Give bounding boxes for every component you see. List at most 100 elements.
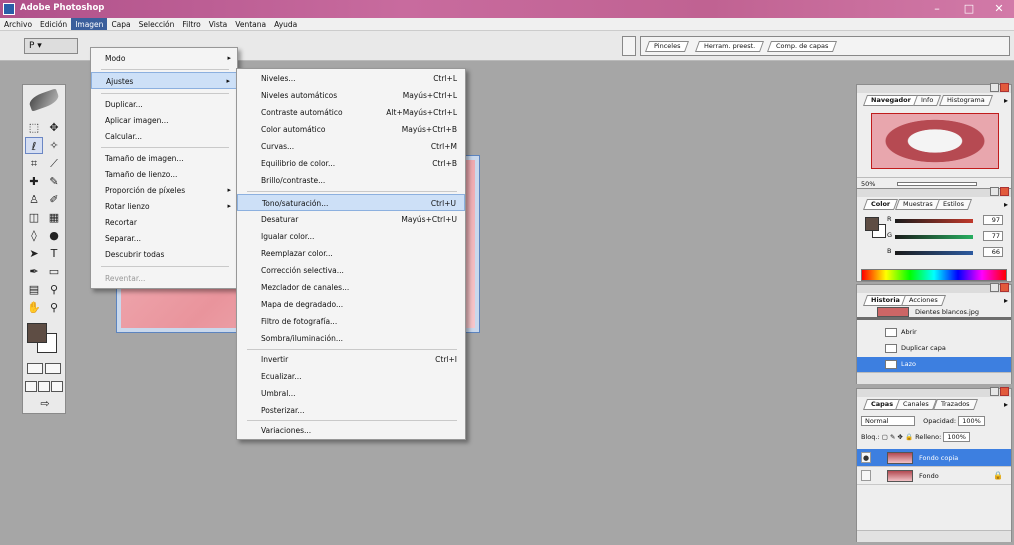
menu-item-umbral[interactable]: Umbral...	[237, 385, 465, 402]
menu-item-variaciones[interactable]: Variaciones...	[237, 422, 465, 439]
healing-brush-tool-icon[interactable]: ✚	[25, 173, 43, 190]
quick-mask-mode-icon[interactable]	[45, 363, 61, 374]
menu-item-sombra-iluminacion[interactable]: Sombra/iluminación...	[237, 330, 465, 347]
brush-tool-icon[interactable]: ✎	[45, 173, 63, 190]
color-spectrum-bar[interactable]	[861, 269, 1007, 281]
fill-input[interactable]: 100%	[943, 432, 970, 442]
history-brush-tool-icon[interactable]: ✐	[45, 191, 63, 208]
channel-slider[interactable]	[895, 235, 973, 239]
menu-item-invertir[interactable]: Invertir Ctrl+I	[237, 351, 465, 368]
palette-menu-icon[interactable]: ▸	[1004, 96, 1008, 105]
menu-item-igualar-color[interactable]: Igualar color...	[237, 228, 465, 245]
pen-tool-icon[interactable]: ✒	[25, 263, 43, 280]
navigator-zoom-slider[interactable]	[897, 182, 977, 186]
menu-item-aplicar-imagen[interactable]: Aplicar imagen...	[91, 112, 237, 129]
tab-muestras[interactable]: Muestras	[894, 199, 941, 210]
tab-color[interactable]: Color	[862, 199, 899, 210]
tab-histograma[interactable]: Histograma	[938, 95, 993, 106]
menu-item-mapa-degradado[interactable]: Mapa de degradado...	[237, 296, 465, 313]
palette-close-icon[interactable]	[1000, 187, 1009, 196]
menu-imagen[interactable]: Imagen	[71, 18, 108, 30]
history-snapshot[interactable]: Dientes blancos.jpg	[857, 305, 1011, 320]
lock-position-icon[interactable]: ✥	[897, 433, 902, 441]
palette-menu-icon[interactable]: ▸	[1004, 200, 1008, 209]
menu-edicion[interactable]: Edición	[36, 18, 71, 30]
maximize-button[interactable]: □	[956, 1, 982, 16]
foreground-color-swatch[interactable]	[27, 323, 47, 343]
menu-item-ajustes[interactable]: Ajustes ▸	[91, 72, 237, 89]
channel-slider[interactable]	[895, 251, 973, 255]
zoom-tool-icon[interactable]: ⚲	[45, 299, 63, 316]
notes-tool-icon[interactable]: ▤	[25, 281, 43, 298]
tool-preset-picker[interactable]: P ▾	[24, 38, 78, 54]
toolbox-header[interactable]	[23, 85, 65, 117]
menu-item-descubrir-todas[interactable]: Descubrir todas	[91, 246, 237, 263]
hand-tool-icon[interactable]: ✋	[25, 299, 43, 316]
tab-canales[interactable]: Canales	[894, 399, 937, 410]
lock-brush-icon[interactable]: ✎	[890, 433, 895, 441]
menu-item-curvas[interactable]: Curvas... Ctrl+M	[237, 138, 465, 155]
tab-estilos[interactable]: Estilos	[934, 199, 973, 210]
menu-item-desaturar[interactable]: Desaturar Mayús+Ctrl+U	[237, 211, 465, 228]
type-tool-icon[interactable]: T	[45, 245, 63, 262]
menu-item-filtro-fotografia[interactable]: Filtro de fotografía...	[237, 313, 465, 330]
palette-well-toggle-icon[interactable]	[622, 36, 636, 56]
standard-mode-icon[interactable]	[27, 363, 43, 374]
well-tab-herram-preest[interactable]: Herram. preest.	[694, 41, 765, 52]
lock-transparent-icon[interactable]: ▢	[882, 433, 888, 441]
menu-item-separar[interactable]: Separar...	[91, 230, 237, 247]
menu-item-mezclador-canales[interactable]: Mezclador de canales...	[237, 279, 465, 296]
menu-archivo[interactable]: Archivo	[0, 18, 36, 30]
well-tab-comp-capas[interactable]: Comp. de capas	[766, 41, 838, 52]
lasso-tool-icon[interactable]: ℓ	[25, 137, 43, 154]
slice-tool-icon[interactable]: ⟋	[45, 155, 63, 172]
move-tool-icon[interactable]: ✥	[45, 119, 63, 136]
menu-item-duplicar[interactable]: Duplicar...	[91, 96, 237, 113]
menu-item-equilibrio-color[interactable]: Equilibrio de color... Ctrl+B	[237, 155, 465, 172]
opacity-input[interactable]: 100%	[958, 416, 985, 426]
menu-item-niveles-automaticos[interactable]: Niveles automáticos Mayús+Ctrl+L	[237, 87, 465, 104]
menu-item-color-automatico[interactable]: Color automático Mayús+Ctrl+B	[237, 121, 465, 138]
history-item[interactable]: Lazo	[857, 357, 1011, 372]
menu-item-reemplazar-color[interactable]: Reemplazar color...	[237, 245, 465, 262]
visibility-eye-icon[interactable]: ●	[861, 452, 871, 463]
close-button[interactable]: ✕	[986, 1, 1012, 16]
palette-minimize-icon[interactable]	[990, 187, 999, 196]
menu-item-tamano-lienzo[interactable]: Tamaño de lienzo...	[91, 166, 237, 183]
layer-row[interactable]: ● Fondo copia	[857, 449, 1011, 467]
palette-foreground-swatch[interactable]	[865, 217, 879, 231]
channel-value-input[interactable]: 97	[983, 215, 1003, 225]
screen-mode-full-menu-icon[interactable]	[38, 381, 50, 392]
history-item[interactable]: Abrir	[857, 325, 1011, 340]
tab-navegador[interactable]: Navegador	[862, 95, 919, 106]
palette-menu-icon[interactable]: ▸	[1004, 296, 1008, 305]
palette-minimize-icon[interactable]	[990, 283, 999, 292]
navigator-zoom-value[interactable]: 50%	[861, 180, 875, 188]
menu-ayuda[interactable]: Ayuda	[270, 18, 301, 30]
tab-info[interactable]: Info	[912, 95, 942, 106]
blend-mode-select[interactable]: Normal	[861, 416, 915, 426]
menu-capa[interactable]: Capa	[107, 18, 134, 30]
screen-mode-full-icon[interactable]	[51, 381, 63, 392]
marquee-tool-icon[interactable]: ⬚	[25, 119, 43, 136]
history-item[interactable]: Duplicar capa	[857, 341, 1011, 356]
path-selection-tool-icon[interactable]: ➤	[25, 245, 43, 262]
tab-trazados[interactable]: Trazados	[932, 399, 978, 410]
menu-item-correccion-selectiva[interactable]: Corrección selectiva...	[237, 262, 465, 279]
menu-ventana[interactable]: Ventana	[231, 18, 270, 30]
channel-slider[interactable]	[895, 219, 973, 223]
eraser-tool-icon[interactable]: ◫	[25, 209, 43, 226]
menu-item-recortar[interactable]: Recortar	[91, 214, 237, 231]
menu-item-niveles[interactable]: Niveles... Ctrl+L	[237, 70, 465, 87]
screen-mode-standard-icon[interactable]	[25, 381, 37, 392]
menu-item-calcular[interactable]: Calcular...	[91, 128, 237, 145]
gradient-tool-icon[interactable]: ▦	[45, 209, 63, 226]
channel-value-input[interactable]: 77	[983, 231, 1003, 241]
magic-wand-tool-icon[interactable]: ✧	[45, 137, 63, 154]
minimize-button[interactable]: –	[924, 1, 950, 16]
palette-minimize-icon[interactable]	[990, 387, 999, 396]
channel-value-input[interactable]: 66	[983, 247, 1003, 257]
jump-to-imageready-icon[interactable]: ⇨	[33, 395, 57, 412]
palette-close-icon[interactable]	[1000, 283, 1009, 292]
dodge-tool-icon[interactable]: ●	[45, 227, 63, 244]
